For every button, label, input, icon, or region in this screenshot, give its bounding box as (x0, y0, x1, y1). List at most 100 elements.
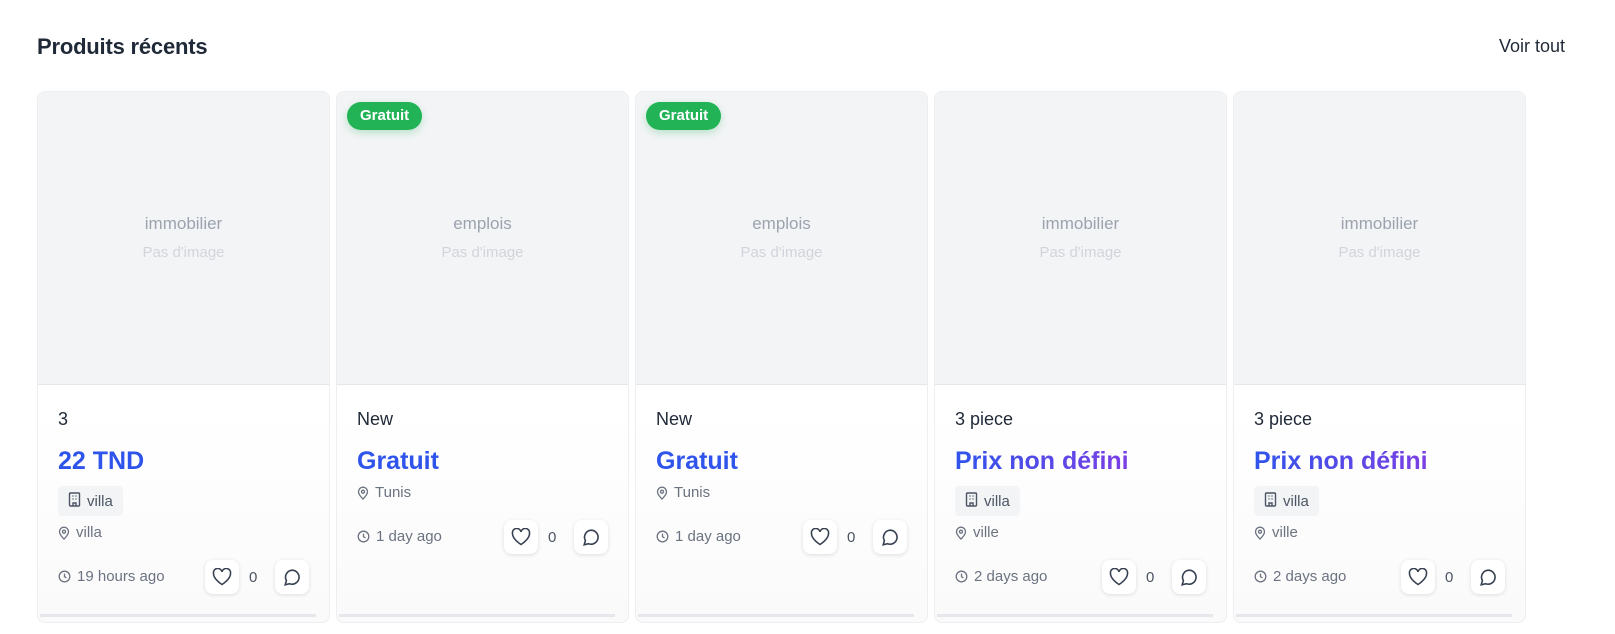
placeholder-no-image-text: Pas d'image (740, 244, 823, 261)
product-price: Gratuit (656, 447, 738, 475)
comment-icon (1479, 568, 1498, 587)
posted-time: 1 day ago (357, 528, 442, 545)
comment-button[interactable] (275, 560, 309, 594)
location-text: Tunis (375, 484, 412, 501)
placeholder-category: immobilier (1340, 214, 1419, 233)
heart-icon (212, 568, 232, 586)
chip-label: villa (984, 492, 1010, 510)
map-pin-icon (955, 526, 967, 540)
clock-icon (1254, 570, 1267, 583)
property-type-chip: villa (955, 486, 1020, 516)
next-card-edge (937, 614, 1213, 617)
product-image-placeholder[interactable]: immobilier Pas d'image (935, 92, 1226, 385)
product-location: villa (58, 524, 102, 541)
time-text: 1 day ago (675, 528, 741, 545)
location-text: ville (973, 524, 999, 541)
comment-button[interactable] (574, 520, 608, 554)
next-card-edge (339, 614, 615, 617)
posted-time: 19 hours ago (58, 568, 165, 585)
like-button[interactable] (1102, 560, 1136, 594)
like-button[interactable] (504, 520, 538, 554)
time-text: 1 day ago (376, 528, 442, 545)
product-title[interactable]: 3 piece (955, 409, 1013, 430)
see-all-link[interactable]: Voir tout (1499, 36, 1565, 57)
location-text: ville (1272, 524, 1298, 541)
product-price: Prix non défini (1254, 447, 1428, 475)
card-actions: 0 (1401, 560, 1505, 594)
heart-icon (810, 528, 830, 546)
next-card-edge (1236, 614, 1512, 617)
product-card[interactable]: Gratuit emplois Pas d'image New Gratuit … (336, 91, 629, 623)
product-card[interactable]: immobilier Pas d'image 3 piece Prix non … (934, 91, 1227, 623)
like-button[interactable] (1401, 560, 1435, 594)
card-actions: 0 (803, 520, 907, 554)
free-badge: Gratuit (646, 102, 722, 130)
placeholder-category: immobilier (144, 214, 223, 233)
product-image-placeholder[interactable]: immobilier Pas d'image (1234, 92, 1525, 385)
property-type-chip: villa (1254, 486, 1319, 516)
product-title[interactable]: New (357, 409, 393, 430)
posted-time: 2 days ago (955, 568, 1047, 585)
property-type-chip: villa (58, 486, 123, 516)
comment-icon (283, 568, 302, 587)
like-count: 0 (847, 528, 856, 546)
time-text: 19 hours ago (77, 568, 165, 585)
section-title: Produits récents (37, 34, 208, 59)
time-text: 2 days ago (1273, 568, 1347, 585)
clock-icon (357, 530, 370, 543)
comment-icon (1180, 568, 1199, 587)
location-text: villa (76, 524, 102, 541)
product-image-placeholder[interactable]: Gratuit emplois Pas d'image (636, 92, 927, 385)
card-actions: 0 (205, 560, 309, 594)
free-badge: Gratuit (347, 102, 423, 130)
product-image-placeholder[interactable]: immobilier Pas d'image (38, 92, 329, 385)
card-actions: 0 (504, 520, 608, 554)
product-title[interactable]: 3 (58, 409, 68, 430)
product-location: ville (1254, 524, 1298, 541)
clock-icon (58, 570, 71, 583)
chip-label: villa (1283, 492, 1309, 510)
like-count: 0 (548, 528, 557, 546)
placeholder-no-image-text: Pas d'image (142, 244, 225, 261)
product-title[interactable]: New (656, 409, 692, 430)
placeholder-no-image-text: Pas d'image (1338, 244, 1421, 261)
section-header: Produits récents Voir tout (37, 32, 1577, 64)
placeholder-category: emplois (752, 214, 811, 233)
product-location: Tunis (656, 484, 710, 501)
comment-button[interactable] (873, 520, 907, 554)
placeholder-no-image-text: Pas d'image (1039, 244, 1122, 261)
product-card[interactable]: Gratuit emplois Pas d'image New Gratuit … (635, 91, 928, 623)
comment-button[interactable] (1471, 560, 1505, 594)
next-row-peek (37, 614, 1577, 618)
product-price: Prix non défini (955, 447, 1129, 475)
comment-icon (582, 528, 601, 547)
comment-icon (881, 528, 900, 547)
map-pin-icon (656, 486, 668, 500)
card-actions: 0 (1102, 560, 1206, 594)
product-price: Gratuit (357, 447, 439, 475)
next-card-edge (638, 614, 914, 617)
product-card[interactable]: immobilier Pas d'image 3 22 TND villa vi… (37, 91, 330, 623)
posted-time: 2 days ago (1254, 568, 1346, 585)
like-button[interactable] (803, 520, 837, 554)
products-grid: immobilier Pas d'image 3 22 TND villa vi… (37, 91, 1577, 623)
heart-icon (1109, 568, 1129, 586)
product-image-placeholder[interactable]: Gratuit emplois Pas d'image (337, 92, 628, 385)
product-location: ville (955, 524, 999, 541)
heart-icon (1408, 568, 1428, 586)
like-button[interactable] (205, 560, 239, 594)
building-icon (1264, 491, 1277, 511)
placeholder-category: emplois (453, 214, 512, 233)
product-title[interactable]: 3 piece (1254, 409, 1312, 430)
like-count: 0 (1445, 568, 1454, 586)
map-pin-icon (1254, 526, 1266, 540)
clock-icon (656, 530, 669, 543)
placeholder-no-image-text: Pas d'image (441, 244, 524, 261)
next-card-edge (40, 614, 316, 617)
comment-button[interactable] (1172, 560, 1206, 594)
placeholder-category: immobilier (1041, 214, 1120, 233)
product-card[interactable]: immobilier Pas d'image 3 piece Prix non … (1233, 91, 1526, 623)
product-location: Tunis (357, 484, 411, 501)
time-text: 2 days ago (974, 568, 1048, 585)
clock-icon (955, 570, 968, 583)
